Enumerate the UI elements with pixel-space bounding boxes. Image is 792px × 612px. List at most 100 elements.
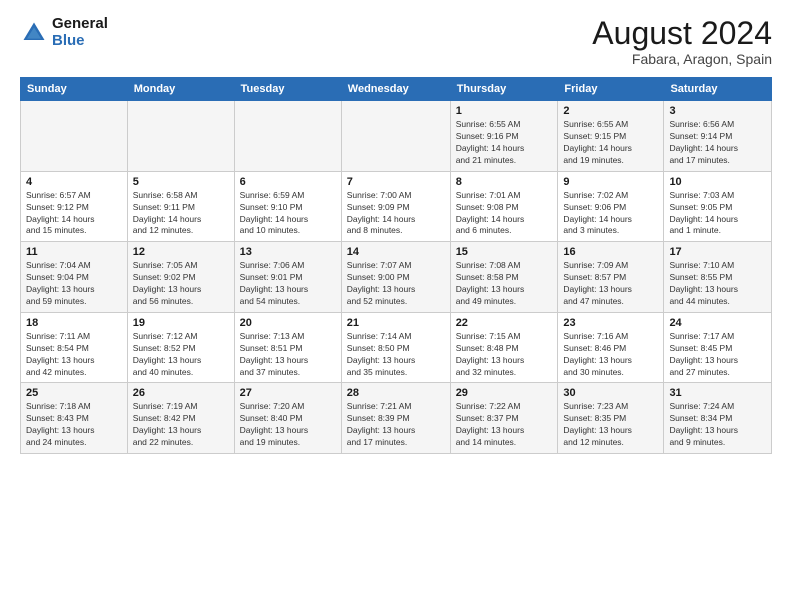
calendar-cell: 11 Sunrise: 7:04 AM Sunset: 9:04 PM Dayli… xyxy=(21,242,128,313)
day-info: Sunrise: 7:01 AM Sunset: 9:08 PM Dayligh… xyxy=(456,190,553,238)
calendar-page: General Blue August 2024 Fabara, Aragon,… xyxy=(0,0,792,612)
day-info: Sunrise: 7:18 AM Sunset: 8:43 PM Dayligh… xyxy=(26,401,122,449)
calendar-cell: 17Sunrise: 7:10 AM Sunset: 8:55 PM Dayli… xyxy=(664,242,772,313)
day-info: Sunrise: 6:55 AM Sunset: 9:15 PM Dayligh… xyxy=(563,119,658,167)
calendar-cell: 13 Sunrise: 7:06 AM Sunset: 9:01 PM Dayli… xyxy=(234,242,341,313)
day-info: Sunrise: 7:05 AM Sunset: 9:02 PM Dayligh… xyxy=(133,260,229,308)
day-info: Sunrise: 7:16 AM Sunset: 8:46 PM Dayligh… xyxy=(563,331,658,379)
day-info: Sunrise: 7:09 AM Sunset: 8:57 PM Dayligh… xyxy=(563,260,658,308)
week-row-2: 4 Sunrise: 6:57 AM Sunset: 9:12 PM Daylig… xyxy=(21,171,772,242)
day-number: 27 xyxy=(240,387,336,399)
day-info: Sunrise: 6:57 AM Sunset: 9:12 PM Dayligh… xyxy=(26,190,122,238)
day-number: 17 xyxy=(669,246,766,258)
day-number: 5 xyxy=(133,176,229,188)
day-info: Sunrise: 7:15 AM Sunset: 8:48 PM Dayligh… xyxy=(456,331,553,379)
logo: General Blue xyxy=(20,16,108,49)
day-number: 1 xyxy=(456,105,553,117)
day-info: Sunrise: 7:07 AM Sunset: 9:00 PM Dayligh… xyxy=(347,260,445,308)
header: General Blue August 2024 Fabara, Aragon,… xyxy=(20,16,772,67)
day-number: 13 xyxy=(240,246,336,258)
calendar-cell: 7 Sunrise: 7:00 AM Sunset: 9:09 PM Daylig… xyxy=(341,171,450,242)
day-header-thursday: Thursday xyxy=(450,78,558,101)
calendar-cell: 29 Sunrise: 7:22 AM Sunset: 8:37 PM Dayli… xyxy=(450,383,558,454)
day-info: Sunrise: 7:22 AM Sunset: 8:37 PM Dayligh… xyxy=(456,401,553,449)
day-header-monday: Monday xyxy=(127,78,234,101)
day-number: 25 xyxy=(26,387,122,399)
calendar-cell: 23 Sunrise: 7:16 AM Sunset: 8:46 PM Dayli… xyxy=(558,312,664,383)
calendar-cell: 24 Sunrise: 7:17 AM Sunset: 8:45 PM Dayli… xyxy=(664,312,772,383)
day-number: 10 xyxy=(669,176,766,188)
day-number: 16 xyxy=(563,246,658,258)
calendar-cell: 19 Sunrise: 7:12 AM Sunset: 8:52 PM Dayli… xyxy=(127,312,234,383)
main-title: August 2024 xyxy=(592,16,772,51)
week-row-4: 18Sunrise: 7:11 AM Sunset: 8:54 PM Dayli… xyxy=(21,312,772,383)
calendar-cell: 31 Sunrise: 7:24 AM Sunset: 8:34 PM Dayli… xyxy=(664,383,772,454)
week-row-3: 11 Sunrise: 7:04 AM Sunset: 9:04 PM Dayli… xyxy=(21,242,772,313)
calendar-cell: 9Sunrise: 7:02 AM Sunset: 9:06 PM Daylig… xyxy=(558,171,664,242)
day-info: Sunrise: 7:02 AM Sunset: 9:06 PM Dayligh… xyxy=(563,190,658,238)
day-number: 28 xyxy=(347,387,445,399)
calendar-cell: 6 Sunrise: 6:59 AM Sunset: 9:10 PM Daylig… xyxy=(234,171,341,242)
day-info: Sunrise: 6:55 AM Sunset: 9:16 PM Dayligh… xyxy=(456,119,553,167)
day-number: 31 xyxy=(669,387,766,399)
calendar-table: SundayMondayTuesdayWednesdayThursdayFrid… xyxy=(20,77,772,454)
calendar-cell: 16 Sunrise: 7:09 AM Sunset: 8:57 PM Dayli… xyxy=(558,242,664,313)
day-info: Sunrise: 7:03 AM Sunset: 9:05 PM Dayligh… xyxy=(669,190,766,238)
day-header-tuesday: Tuesday xyxy=(234,78,341,101)
day-number: 18 xyxy=(26,317,122,329)
subtitle: Fabara, Aragon, Spain xyxy=(592,51,772,67)
day-number: 30 xyxy=(563,387,658,399)
day-number: 24 xyxy=(669,317,766,329)
day-number: 7 xyxy=(347,176,445,188)
day-number: 26 xyxy=(133,387,229,399)
calendar-cell: 12 Sunrise: 7:05 AM Sunset: 9:02 PM Dayli… xyxy=(127,242,234,313)
day-info: Sunrise: 6:59 AM Sunset: 9:10 PM Dayligh… xyxy=(240,190,336,238)
calendar-cell: 8 Sunrise: 7:01 AM Sunset: 9:08 PM Daylig… xyxy=(450,171,558,242)
day-number: 8 xyxy=(456,176,553,188)
calendar-cell: 25 Sunrise: 7:18 AM Sunset: 8:43 PM Dayli… xyxy=(21,383,128,454)
calendar-cell: 30 Sunrise: 7:23 AM Sunset: 8:35 PM Dayli… xyxy=(558,383,664,454)
day-number: 21 xyxy=(347,317,445,329)
day-header-sunday: Sunday xyxy=(21,78,128,101)
logo-text-general: General xyxy=(52,15,108,32)
day-info: Sunrise: 7:24 AM Sunset: 8:34 PM Dayligh… xyxy=(669,401,766,449)
day-info: Sunrise: 7:23 AM Sunset: 8:35 PM Dayligh… xyxy=(563,401,658,449)
calendar-cell: 27 Sunrise: 7:20 AM Sunset: 8:40 PM Dayli… xyxy=(234,383,341,454)
week-row-5: 25 Sunrise: 7:18 AM Sunset: 8:43 PM Dayli… xyxy=(21,383,772,454)
day-number: 14 xyxy=(347,246,445,258)
day-info: Sunrise: 7:00 AM Sunset: 9:09 PM Dayligh… xyxy=(347,190,445,238)
day-info: Sunrise: 7:19 AM Sunset: 8:42 PM Dayligh… xyxy=(133,401,229,449)
day-number: 12 xyxy=(133,246,229,258)
day-number: 23 xyxy=(563,317,658,329)
day-info: Sunrise: 6:58 AM Sunset: 9:11 PM Dayligh… xyxy=(133,190,229,238)
day-number: 6 xyxy=(240,176,336,188)
day-number: 4 xyxy=(26,176,122,188)
day-info: Sunrise: 7:04 AM Sunset: 9:04 PM Dayligh… xyxy=(26,260,122,308)
calendar-cell xyxy=(127,101,234,172)
day-info: Sunrise: 7:13 AM Sunset: 8:51 PM Dayligh… xyxy=(240,331,336,379)
calendar-cell: 15Sunrise: 7:08 AM Sunset: 8:58 PM Dayli… xyxy=(450,242,558,313)
day-number: 11 xyxy=(26,246,122,258)
day-number: 29 xyxy=(456,387,553,399)
day-header-friday: Friday xyxy=(558,78,664,101)
calendar-cell: 4 Sunrise: 6:57 AM Sunset: 9:12 PM Daylig… xyxy=(21,171,128,242)
day-info: Sunrise: 7:14 AM Sunset: 8:50 PM Dayligh… xyxy=(347,331,445,379)
calendar-cell xyxy=(21,101,128,172)
day-info: Sunrise: 7:17 AM Sunset: 8:45 PM Dayligh… xyxy=(669,331,766,379)
day-info: Sunrise: 7:08 AM Sunset: 8:58 PM Dayligh… xyxy=(456,260,553,308)
day-info: Sunrise: 7:06 AM Sunset: 9:01 PM Dayligh… xyxy=(240,260,336,308)
calendar-cell: 14 Sunrise: 7:07 AM Sunset: 9:00 PM Dayli… xyxy=(341,242,450,313)
week-row-1: 1 Sunrise: 6:55 AM Sunset: 9:16 PM Daylig… xyxy=(21,101,772,172)
logo-text-blue: Blue xyxy=(52,32,85,49)
day-number: 19 xyxy=(133,317,229,329)
calendar-cell: 1 Sunrise: 6:55 AM Sunset: 9:16 PM Daylig… xyxy=(450,101,558,172)
day-info: Sunrise: 7:12 AM Sunset: 8:52 PM Dayligh… xyxy=(133,331,229,379)
calendar-cell: 5 Sunrise: 6:58 AM Sunset: 9:11 PM Daylig… xyxy=(127,171,234,242)
day-info: Sunrise: 7:20 AM Sunset: 8:40 PM Dayligh… xyxy=(240,401,336,449)
day-info: Sunrise: 6:56 AM Sunset: 9:14 PM Dayligh… xyxy=(669,119,766,167)
day-info: Sunrise: 7:21 AM Sunset: 8:39 PM Dayligh… xyxy=(347,401,445,449)
title-block: August 2024 Fabara, Aragon, Spain xyxy=(592,16,772,67)
calendar-cell: 28 Sunrise: 7:21 AM Sunset: 8:39 PM Dayli… xyxy=(341,383,450,454)
logo-icon xyxy=(20,19,48,47)
day-number: 22 xyxy=(456,317,553,329)
